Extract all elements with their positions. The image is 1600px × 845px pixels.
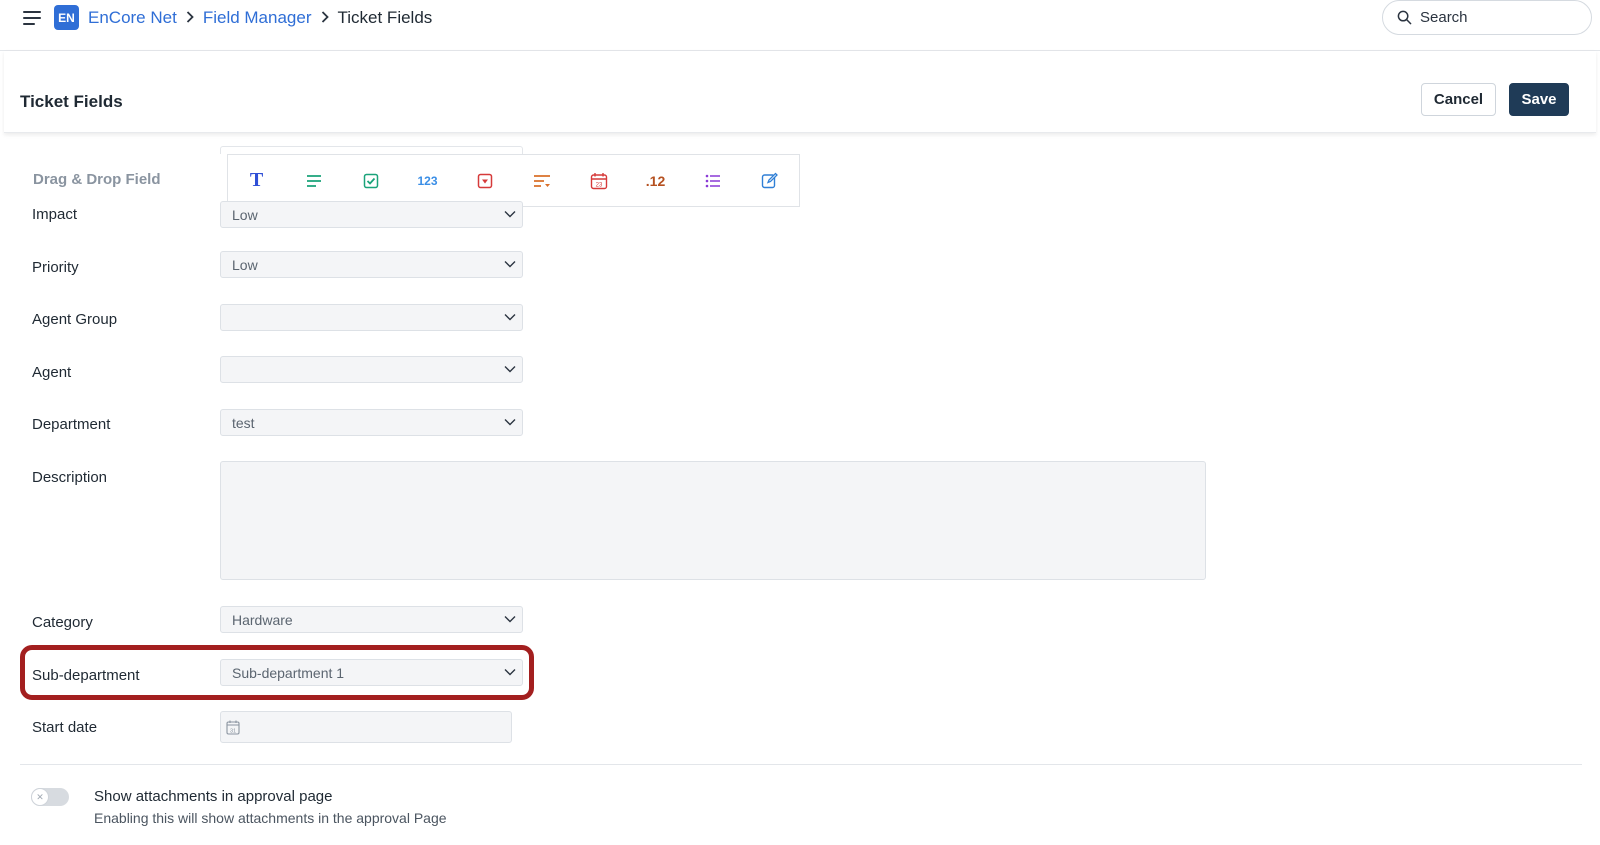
priority-label: Priority [32,259,79,276]
date-glyph: 23 [595,182,602,188]
chevron-right-icon [321,10,329,26]
search-input[interactable] [1420,9,1580,26]
breadcrumb: EnCore Net Field Manager Ticket Fields [88,6,432,30]
calendar-glyph: 31 [230,729,236,735]
search-icon [1397,10,1412,25]
chevron-down-icon [504,419,516,426]
edit-icon[interactable] [741,154,798,207]
breadcrumb-field-manager[interactable]: Field Manager [203,8,312,28]
decimal-icon[interactable]: .12 [627,154,684,207]
category-label: Category [32,614,93,631]
paragraph-icon[interactable] [285,154,342,207]
chevron-down-icon [504,366,516,373]
attachments-toggle-title: Show attachments in approval page [94,788,333,805]
attachments-toggle[interactable]: ✕ [31,788,69,806]
breadcrumb-ticket-fields: Ticket Fields [337,8,433,27]
list-icon[interactable] [684,154,741,207]
number-glyph: 123 [417,173,438,188]
agent-label: Agent [32,364,72,381]
priority-value: Low [232,256,258,273]
impact-value: Low [232,206,258,223]
chevron-down-icon [504,211,516,218]
impact-label: Impact [32,206,78,223]
agent-group-select[interactable] [220,304,523,331]
agent-select[interactable] [220,356,523,383]
sub-department-label: Sub-department [32,667,140,684]
page-title: Ticket Fields [20,92,123,111]
agent-group-label: Agent Group [32,311,118,328]
number-icon[interactable]: 123 [399,154,456,207]
menu-icon[interactable] [23,9,43,27]
dropdown-icon[interactable] [456,154,513,207]
attachments-toggle-description: Enabling this will show attachments in t… [94,810,447,826]
chevron-down-icon [504,314,516,321]
multi-select-icon[interactable] [513,154,570,207]
chevron-down-icon [504,669,516,676]
top-navigation: EN EnCore Net Field Manager Ticket Field… [0,0,1600,51]
description-textarea[interactable] [220,461,1206,580]
page-header: Ticket Fields Cancel Save [4,51,1596,133]
toggle-off-icon: ✕ [31,788,49,806]
checkbox-icon[interactable] [342,154,399,207]
department-value: test [232,414,255,431]
text-field-icon[interactable]: T [228,154,285,207]
cancel-button[interactable]: Cancel [1421,83,1496,116]
calendar-icon: 31 [226,720,240,735]
date-icon[interactable]: 23 [570,154,627,207]
department-select[interactable]: test [220,409,523,436]
category-select[interactable]: Hardware [220,606,523,633]
impact-select[interactable]: Low [220,201,523,228]
sub-department-select[interactable]: Sub-department 1 [220,659,523,686]
save-button[interactable]: Save [1509,83,1569,116]
department-label: Department [32,416,111,433]
start-date-input[interactable]: 31 [220,711,512,743]
text-field-glyph: T [249,169,264,191]
decimal-glyph: .12 [645,172,666,189]
chevron-down-icon [504,616,516,623]
chevron-down-icon [504,261,516,268]
breadcrumb-encore-net[interactable]: EnCore Net [88,8,177,28]
sub-department-value: Sub-department 1 [232,664,345,681]
section-divider [20,764,1582,765]
chevron-right-icon [186,10,194,26]
description-label: Description [32,469,108,486]
category-value: Hardware [232,611,293,628]
palette-field-outline [220,146,523,154]
field-palette: T 123 23 .12 [227,154,800,207]
drag-drop-label: Drag & Drop Field [33,171,161,188]
priority-select[interactable]: Low [220,251,523,278]
app-logo: EN [54,5,79,30]
search-box[interactable] [1382,0,1592,35]
start-date-label: Start date [32,719,98,736]
